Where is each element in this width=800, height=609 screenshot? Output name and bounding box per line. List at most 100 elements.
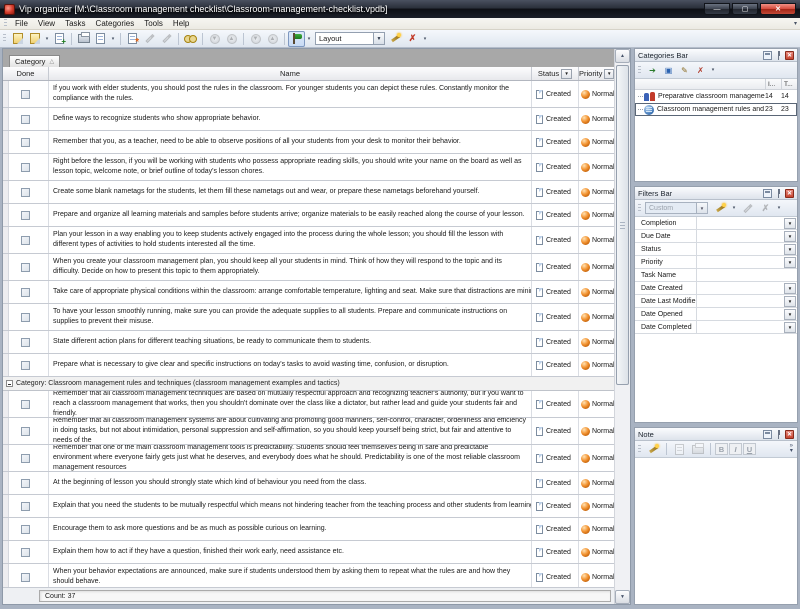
import-button[interactable] [51, 31, 68, 47]
task-row[interactable]: Prepare and organize all learning materi… [3, 204, 614, 227]
italic-button[interactable]: I [729, 443, 742, 455]
done-checkbox[interactable] [21, 338, 30, 347]
status-cell[interactable]: Created [532, 331, 579, 353]
filter-preset-value[interactable]: Custom [645, 202, 697, 214]
panel-close-icon[interactable]: ✕ [785, 51, 794, 60]
status-cell[interactable]: Created [532, 564, 579, 587]
status-cell[interactable]: Created [532, 81, 579, 107]
task-name-cell[interactable]: Plan your lesson in a way enabling you t… [49, 227, 532, 253]
priority-cell[interactable]: Normal [579, 227, 614, 253]
delete-task-button[interactable] [158, 31, 175, 47]
status-cell[interactable]: Created [532, 254, 579, 280]
filters-toolbar-grip[interactable] [638, 204, 641, 213]
print-button[interactable] [75, 31, 92, 47]
task-name-cell[interactable]: If you work with elder students, you sho… [49, 81, 532, 107]
priority-cell[interactable]: Normal [579, 181, 614, 203]
filter-value-field[interactable] [697, 295, 784, 307]
task-row[interactable]: When you create your classroom managemen… [3, 254, 614, 281]
done-checkbox[interactable] [21, 188, 30, 197]
categories-toolbar-grip[interactable] [638, 66, 641, 75]
category-count-column-header[interactable]: I... [765, 79, 781, 89]
status-cell[interactable]: Created [532, 418, 579, 444]
task-name-cell[interactable]: Remember that you, as a teacher, need to… [49, 131, 532, 153]
panel-pin-icon[interactable] [774, 189, 783, 198]
status-cell[interactable]: Created [532, 354, 579, 376]
task-row[interactable]: Remember that all classroom management t… [3, 391, 614, 418]
done-checkbox[interactable] [21, 90, 30, 99]
priority-cell[interactable]: Normal [579, 445, 614, 471]
filter-dropdown-icon[interactable]: ▼ [784, 244, 796, 255]
filter-dropdown-icon[interactable]: ▼ [784, 231, 796, 242]
clear-filter-button[interactable] [739, 200, 756, 216]
done-checkbox[interactable] [21, 427, 30, 436]
edit-category-button[interactable]: ✎ [677, 63, 692, 77]
delete-filter-button[interactable]: ✗ [757, 200, 774, 216]
task-name-cell[interactable]: When your behavior expectations are anno… [49, 564, 532, 587]
task-row[interactable]: Encourage them to ask more questions and… [3, 518, 614, 541]
status-cell[interactable]: Created [532, 131, 579, 153]
task-row[interactable]: Explain that you need the students to be… [3, 495, 614, 518]
task-name-cell[interactable]: Explain them how to act if they have a q… [49, 541, 532, 563]
done-checkbox[interactable] [21, 138, 30, 147]
category-tree-item[interactable]: Classroom management rules and tec2323 [635, 103, 797, 116]
priority-cell[interactable]: Normal [579, 281, 614, 303]
task-row[interactable]: At the beginning of lesson you should st… [3, 472, 614, 495]
done-checkbox[interactable] [21, 288, 30, 297]
done-checkbox[interactable] [21, 263, 30, 272]
status-cell[interactable]: Created [532, 391, 579, 417]
task-name-cell[interactable]: Take care of appropriate physical condit… [49, 281, 532, 303]
task-name-cell[interactable]: Encourage them to ask more questions and… [49, 518, 532, 540]
priority-cell[interactable]: Normal [579, 81, 614, 107]
column-header-name[interactable]: Name [49, 67, 532, 80]
task-row[interactable]: State different action plans for differe… [3, 331, 614, 354]
status-cell[interactable]: Created [532, 472, 579, 494]
menu-file[interactable]: File [10, 18, 33, 29]
priority-cell[interactable]: Normal [579, 204, 614, 226]
status-cell[interactable]: Created [532, 495, 579, 517]
new-notes-button[interactable] [9, 31, 26, 47]
move-up-button[interactable]: ▲ [223, 31, 240, 47]
menu-help[interactable]: Help [168, 18, 194, 29]
delete-layout-button[interactable]: ✗ [404, 31, 421, 47]
move-down-button[interactable]: ▼ [206, 31, 223, 47]
task-row[interactable]: When your behavior expectations are anno… [3, 564, 614, 587]
priority-cell[interactable]: Normal [579, 472, 614, 494]
task-name-cell[interactable]: Create some blank nametags for the stude… [49, 181, 532, 203]
done-checkbox[interactable] [21, 573, 30, 582]
filter-dropdown-icon[interactable]: ▼ [784, 218, 796, 229]
panel-close-icon[interactable]: ✕ [785, 430, 794, 439]
category-total-column-header[interactable]: T... [781, 79, 797, 89]
task-row[interactable]: Create some blank nametags for the stude… [3, 181, 614, 204]
panel-pin-icon[interactable] [774, 51, 783, 60]
done-checkbox[interactable] [21, 163, 30, 172]
task-name-cell[interactable]: Define ways to recognize students who sh… [49, 108, 532, 130]
layout-combobox[interactable]: Layout ▼ [315, 32, 385, 45]
scroll-up-icon[interactable]: ▲ [615, 49, 630, 63]
task-name-cell[interactable]: Remember that one of the main classroom … [49, 445, 532, 471]
column-header-status[interactable]: Status▼ [532, 67, 579, 80]
table-vertical-scrollbar[interactable]: ▲ ▼ [614, 49, 630, 604]
task-name-cell[interactable]: Prepare and organize all learning materi… [49, 204, 532, 226]
task-name-cell[interactable]: Remember that all classroom management t… [49, 391, 532, 417]
done-checkbox[interactable] [21, 211, 30, 220]
underline-button[interactable]: U [743, 443, 756, 455]
filter-dropdown-icon[interactable]: ▼ [784, 296, 796, 307]
print-group-dropdown-icon[interactable]: ▾ [109, 36, 117, 42]
filter-preset-combobox[interactable]: Custom ▼ [645, 202, 708, 214]
filter-value-field[interactable] [697, 217, 784, 229]
layout-combobox-value[interactable]: Layout [315, 32, 373, 45]
menubar-overflow-icon[interactable]: ▾ [794, 20, 797, 27]
expand-all-button[interactable]: ▼ [247, 31, 264, 47]
minimize-button[interactable]: — [704, 3, 730, 15]
done-checkbox[interactable] [21, 525, 30, 534]
customize-layout-button[interactable] [387, 31, 404, 47]
find-button[interactable] [182, 31, 199, 47]
task-name-cell[interactable]: Remember that all classroom management s… [49, 418, 532, 444]
column-header-done[interactable]: Done [3, 67, 49, 80]
note-toolbar-overflow-icon[interactable]: »▾ [790, 444, 795, 454]
priority-cell[interactable]: Normal [579, 254, 614, 280]
layout-group-dropdown-icon[interactable]: ▾ [305, 36, 313, 42]
layout-combobox-dropdown-icon[interactable]: ▼ [373, 32, 385, 45]
task-name-cell[interactable]: Explain that you need the students to be… [49, 495, 532, 517]
task-name-cell[interactable]: State different action plans for differe… [49, 331, 532, 353]
